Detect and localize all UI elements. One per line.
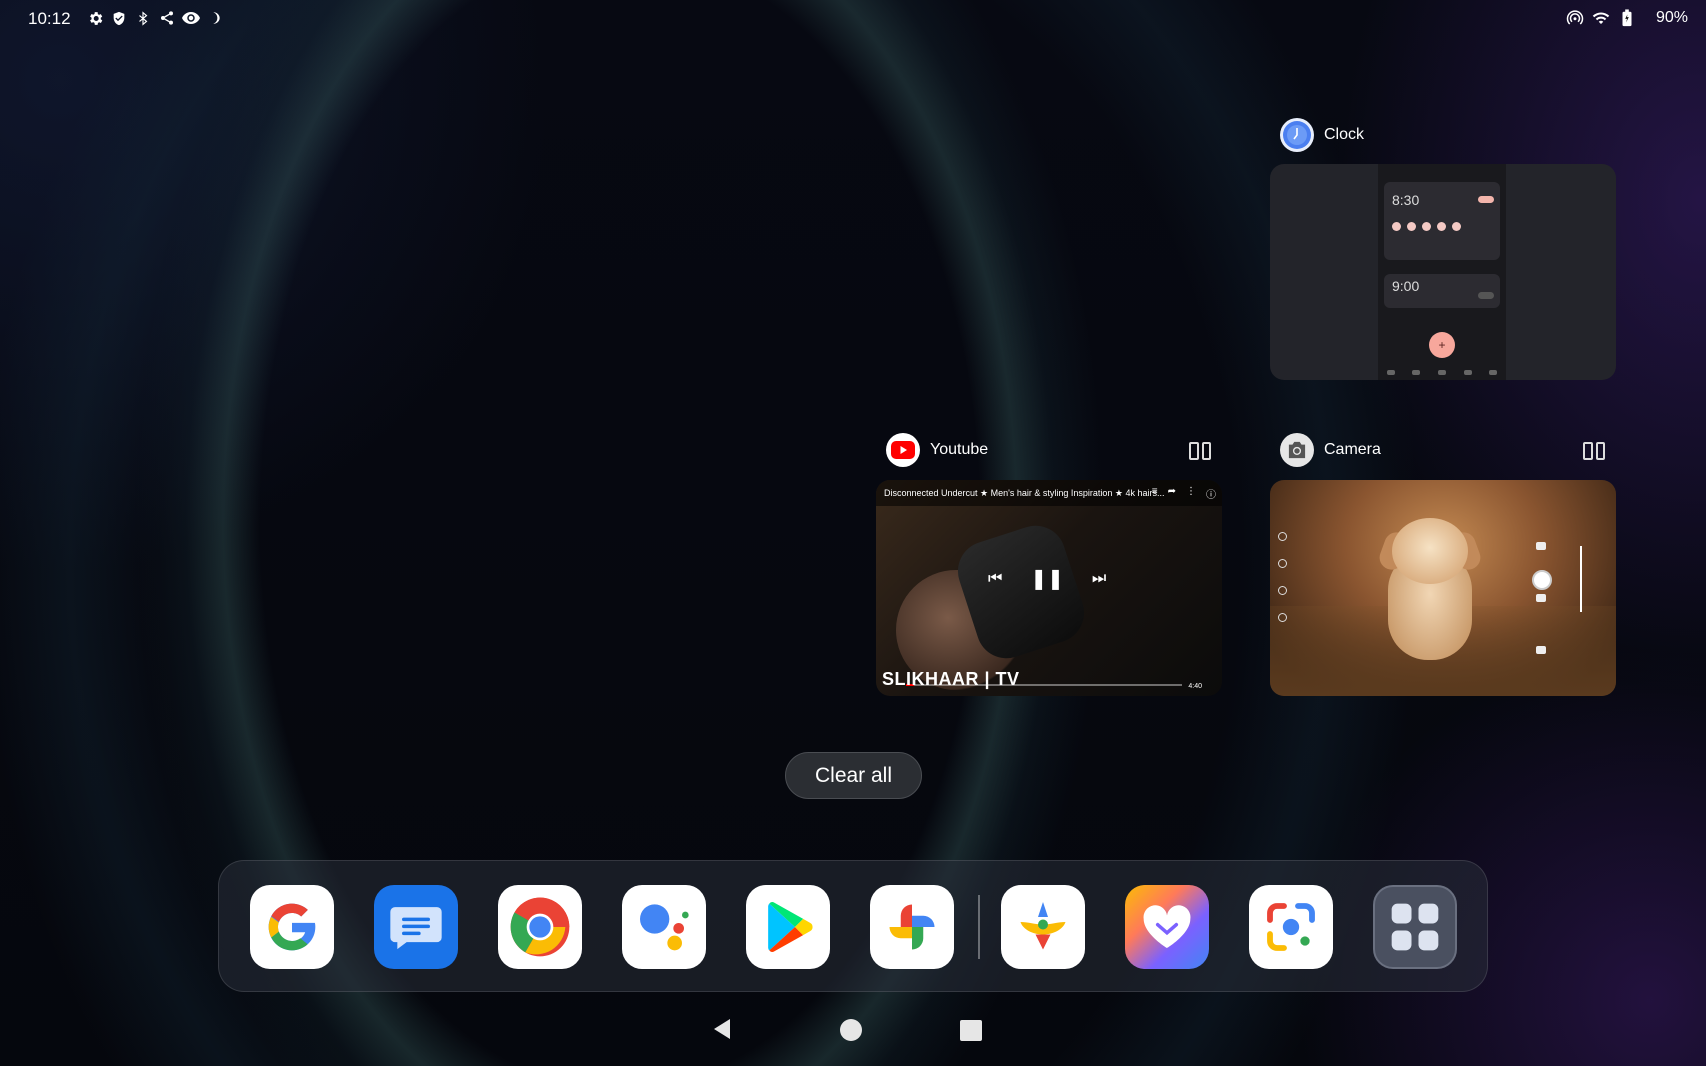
battery-icon [1618, 9, 1636, 27]
youtube-thumbnail[interactable]: Disconnected Undercut ★ Men's hair & sty… [876, 480, 1222, 696]
wifi-icon [1592, 9, 1610, 27]
camera-left-controls [1278, 532, 1287, 622]
share-icon [158, 9, 176, 27]
taskbar-dock [218, 860, 1488, 992]
lens-app-icon[interactable] [1249, 885, 1333, 969]
recents-button[interactable] [960, 1020, 982, 1041]
clock-alarm-2-time: 9:00 [1392, 278, 1420, 294]
split-screen-icon[interactable] [1583, 442, 1605, 460]
dock-divider [978, 895, 980, 959]
hotspot-icon [1566, 9, 1584, 27]
task-app-name-clock: Clock [1324, 126, 1365, 143]
split-screen-icon[interactable] [1189, 442, 1211, 460]
assistant-app-icon[interactable] [622, 885, 706, 969]
next-icon: ⏭ [1091, 569, 1107, 587]
shutter-icon [1532, 570, 1552, 590]
video-top-icons: ≡ ➦ ⋮ ⓘ [1152, 486, 1216, 501]
messages-app-icon[interactable] [374, 885, 458, 969]
add-alarm-icon: + [1429, 332, 1455, 358]
channel-logo: SLIKHAAR | TV [882, 669, 1020, 689]
health-app-icon[interactable] [1125, 885, 1209, 969]
alarm-toggle-on [1478, 196, 1494, 203]
home-button[interactable] [840, 1019, 862, 1041]
camera-right-controls [1536, 542, 1546, 654]
task-header-camera: Camera [1280, 433, 1381, 467]
status-icons-right [1566, 9, 1636, 27]
zoom-slider [1580, 546, 1582, 612]
task-app-name-youtube: Youtube [930, 441, 989, 458]
alarm-toggle-off [1478, 292, 1494, 299]
moon-icon [206, 9, 224, 27]
camera-thumbnail[interactable] [1270, 480, 1616, 696]
more-icon: ⋮ [1186, 486, 1196, 497]
clock-thumbnail[interactable]: 8:30 9:00 + [1270, 164, 1616, 380]
all-apps-button[interactable] [1373, 885, 1457, 969]
previous-icon: ⏮ [988, 569, 1003, 587]
task-header-clock: Clock [1280, 118, 1364, 152]
shield-icon [110, 9, 128, 27]
info-icon: ⓘ [1206, 490, 1216, 501]
youtube-app-icon[interactable] [886, 433, 920, 467]
status-time: 10:12 [28, 9, 71, 28]
camera-app-icon[interactable] [1280, 433, 1314, 467]
photos-app-icon[interactable] [870, 885, 954, 969]
back-button[interactable] [714, 1019, 730, 1039]
bluetooth-icon [134, 9, 152, 27]
task-header-youtube: Youtube [886, 433, 988, 467]
battery-percentage: 90% [1655, 9, 1688, 26]
clock-bottom-nav [1378, 364, 1506, 380]
queue-icon: ≡ [1151, 486, 1158, 497]
puppy-head [1392, 518, 1468, 584]
pause-icon: ❚❚ [1030, 568, 1064, 590]
eye-icon [182, 9, 200, 27]
chrome-app-icon[interactable] [498, 885, 582, 969]
video-title: Disconnected Undercut ★ Men's hair & sty… [884, 488, 1165, 498]
clock-alarm-card-1: 8:30 [1384, 182, 1500, 260]
google-app-icon[interactable] [250, 885, 334, 969]
clock-screen-preview: 8:30 9:00 + [1378, 164, 1506, 380]
video-duration: 4:40 [1188, 683, 1202, 690]
tips-app-icon[interactable] [1001, 885, 1085, 969]
clear-all-button[interactable]: Clear all [785, 752, 922, 799]
task-app-name-camera: Camera [1324, 441, 1381, 458]
player-controls: ⏮ ❚❚ ⏭ [988, 566, 1106, 591]
settings-icon [86, 9, 104, 27]
clock-app-icon[interactable] [1280, 118, 1314, 152]
clock-alarm-card-2: 9:00 [1384, 274, 1500, 308]
play-store-app-icon[interactable] [746, 885, 830, 969]
status-bar: 10:12 90% [0, 0, 1706, 38]
status-icons-left [86, 9, 224, 27]
clock-alarm-1-time: 8:30 [1392, 192, 1420, 208]
clock-day-dots [1392, 222, 1461, 231]
share-icon: ➦ [1167, 486, 1176, 497]
